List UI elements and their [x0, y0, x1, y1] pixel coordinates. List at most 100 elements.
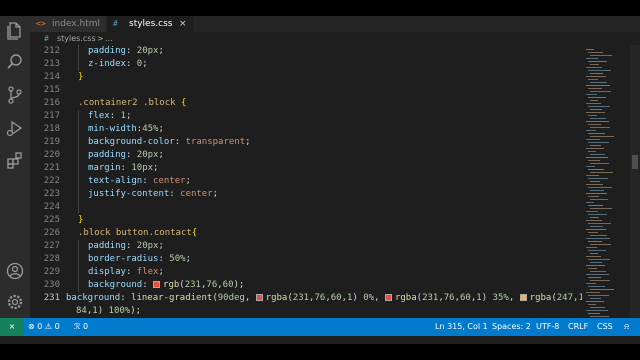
line-number: 226 [43, 228, 60, 238]
code-line[interactable]: 222 text-align: center; [30, 175, 582, 188]
settings-gear-icon[interactable] [5, 292, 25, 312]
extensions-icon[interactable] [5, 150, 25, 170]
minimap-line [590, 64, 599, 65]
breadcrumb-file[interactable]: styles.css [57, 32, 96, 45]
minimap-line [590, 262, 602, 263]
indent-guide [78, 266, 79, 279]
code-line[interactable]: 216 .container2 .block { [30, 97, 582, 110]
minimap-line [588, 106, 610, 107]
tab-styles-css[interactable]: # styles.css × [107, 16, 193, 32]
minimap-line [590, 181, 600, 182]
code-line[interactable]: 219 background-color: transparent; [30, 136, 582, 149]
css-file-icon: # [113, 19, 118, 28]
code-text: } [78, 215, 84, 225]
minimap-line [586, 211, 598, 212]
vertical-scrollbar[interactable] [630, 45, 640, 318]
code-text: flex: 1; [88, 111, 132, 121]
minimap-line [588, 79, 598, 80]
cursor-position[interactable]: Ln 315, Col 1 [435, 318, 488, 336]
tab-index-html[interactable]: <> index.html [30, 16, 106, 32]
code-text: border-radius: 50%; [88, 254, 191, 264]
scrollbar-thumb[interactable] [632, 155, 638, 169]
code-text: display: flex; [88, 267, 164, 277]
code-line[interactable]: 229 display: flex; [30, 266, 582, 279]
problems-indicator[interactable]: ⊗ 0 ⚠ 0 [28, 318, 60, 336]
code-line[interactable]: 223 justify-content: center; [30, 188, 582, 201]
code-line[interactable]: 227 padding: 20px; [30, 240, 582, 253]
code-line[interactable]: 215 [30, 84, 582, 97]
minimap-line [586, 283, 596, 284]
minimap-line [590, 55, 612, 56]
tab-label: styles.css [129, 19, 173, 29]
language-mode[interactable]: CSS [597, 318, 613, 336]
code-text: background: linear-gradient(90deg, rgba(… [66, 293, 582, 303]
source-control-icon[interactable] [5, 85, 25, 105]
ports-indicator[interactable]: ℛ 0 [74, 318, 88, 336]
minimap-line [588, 178, 608, 179]
line-number: 231 [43, 293, 60, 303]
minimap-line [590, 82, 607, 83]
code-line[interactable]: 213 z-index: 0; [30, 58, 582, 71]
minimap-line [588, 151, 596, 152]
minimap-line [586, 175, 599, 176]
code-line[interactable]: 217 flex: 1; [30, 110, 582, 123]
minimap-line [588, 205, 603, 206]
code-line[interactable]: 224 [30, 201, 582, 214]
error-count: 0 [37, 322, 43, 331]
minimap-line [588, 223, 611, 224]
minimap-line [588, 313, 600, 314]
minimap-line [586, 58, 598, 59]
code-line[interactable]: 212 padding: 20px; [30, 45, 582, 58]
breadcrumb-symbols[interactable]: ... [105, 32, 113, 45]
indent-guide [78, 253, 79, 266]
search-icon[interactable] [5, 52, 25, 72]
minimap-line [586, 220, 602, 221]
code-editor[interactable]: 212 padding: 20px; 213 z-index: 0; 214} 215 21… [30, 45, 582, 318]
line-ending[interactable]: CRLF [568, 318, 588, 336]
error-icon: ⊗ [28, 322, 35, 331]
run-debug-icon[interactable] [5, 118, 25, 138]
code-line[interactable]: 230 background: rgb(231,76,60); [30, 279, 582, 292]
code-line[interactable]: 225} [30, 214, 582, 227]
line-number: 212 [43, 46, 60, 56]
files-icon[interactable] [5, 20, 25, 40]
breadcrumb: # styles.css > ... [30, 32, 590, 45]
code-line[interactable]: 228 border-radius: 50%; [30, 253, 582, 266]
minimap-line [586, 148, 604, 149]
minimap-line [588, 88, 602, 89]
status-bar: ⨯ ⊗ 0 ⚠ 0 ℛ 0 Ln 315, Col 1 Spaces: 2 UT… [0, 318, 640, 336]
minimap-line [588, 277, 601, 278]
line-number: 230 [43, 280, 60, 290]
minimap-line [586, 67, 602, 68]
close-icon[interactable]: × [179, 16, 187, 32]
code-text: background-color: transparent; [88, 137, 251, 147]
minimap-line [590, 316, 609, 317]
warning-count: 0 [54, 322, 60, 331]
code-line[interactable]: 218 min-width:45%; [30, 123, 582, 136]
encoding[interactable]: UTF-8 [536, 318, 559, 336]
code-line[interactable]: 226 .block button.contact{ [30, 227, 582, 240]
indentation[interactable]: Spaces: 2 [492, 318, 531, 336]
code-line[interactable]: 214} [30, 71, 582, 84]
code-text: 84,1) 100%); [76, 306, 142, 316]
code-line[interactable]: 220 padding: 20px; [30, 149, 582, 162]
code-line[interactable]: 231 background: linear-gradient(90deg, rg… [30, 292, 582, 305]
account-icon[interactable] [5, 261, 25, 281]
remote-indicator[interactable]: ⨯ [0, 318, 24, 336]
minimap-line [588, 250, 606, 251]
minimap-line [586, 274, 609, 275]
code-line[interactable]: 221 margin: 10px; [30, 162, 582, 175]
minimap[interactable] [582, 45, 630, 318]
code-line[interactable]: 84,1) 100%); [30, 305, 582, 318]
minimap-line [586, 112, 605, 113]
minimap-line [586, 265, 605, 266]
minimap-line [588, 133, 605, 134]
minimap-line [590, 271, 606, 272]
indent-guide [78, 45, 79, 58]
minimap-line [590, 289, 614, 290]
minimap-line [590, 172, 613, 173]
notifications-icon[interactable]: ⍾ [624, 318, 629, 336]
minimap-line [590, 208, 612, 209]
minimap-line [590, 226, 603, 227]
code-text: } [78, 72, 84, 82]
